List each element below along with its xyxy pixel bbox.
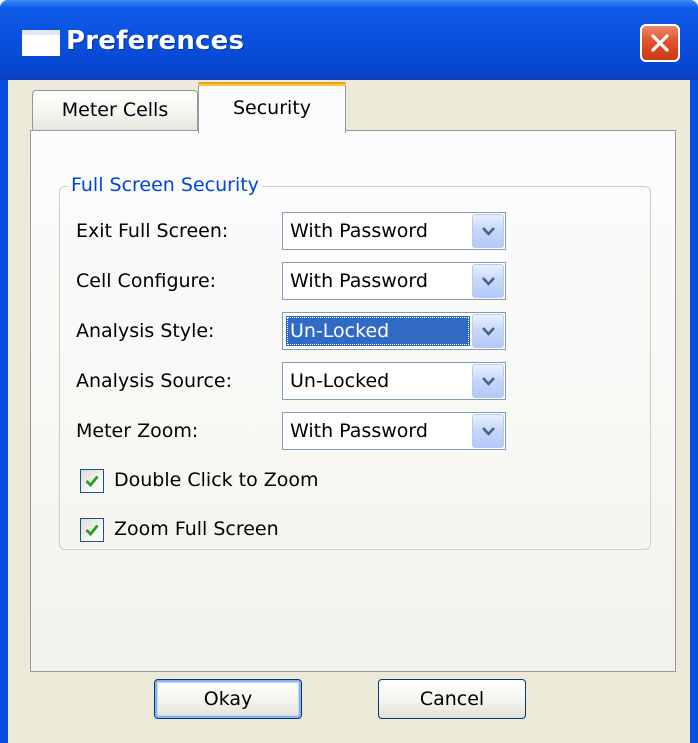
zoom-full-screen-label[interactable]: Zoom Full Screen <box>114 516 279 542</box>
check-icon <box>85 524 99 537</box>
meter-zoom-label: Meter Zoom: <box>76 420 199 442</box>
double-click-to-zoom-label[interactable]: Double Click to Zoom <box>114 467 319 493</box>
title-bar[interactable]: Preferences <box>0 0 698 80</box>
preferences-window: Preferences Meter Cells Security Full Sc… <box>0 0 698 743</box>
close-button[interactable] <box>640 24 680 62</box>
analysis-source-label: Analysis Source: <box>76 370 232 392</box>
tab-security[interactable]: Security <box>198 82 346 133</box>
close-icon <box>651 34 669 52</box>
analysis-source-value: Un-Locked <box>290 370 390 392</box>
meter-zoom-value: With Password <box>290 420 428 442</box>
chevron-down-icon <box>482 327 495 336</box>
cell-configure-select[interactable]: With Password <box>282 262 506 300</box>
chevron-down-icon <box>482 277 495 286</box>
exit-full-screen-select[interactable]: With Password <box>282 212 506 250</box>
double-click-to-zoom-checkbox[interactable] <box>80 469 104 493</box>
analysis-style-label: Analysis Style: <box>76 320 215 342</box>
exit-full-screen-dropdown-button[interactable] <box>472 214 504 248</box>
group-legend: Full Screen Security <box>68 173 262 197</box>
analysis-style-value: Un-Locked <box>286 316 470 346</box>
okay-button[interactable]: Okay <box>154 679 302 719</box>
tab-meter-cells[interactable]: Meter Cells <box>32 90 198 132</box>
check-icon <box>85 475 99 488</box>
meter-zoom-select[interactable]: With Password <box>282 412 506 450</box>
analysis-style-dropdown-button[interactable] <box>472 314 504 348</box>
cancel-button[interactable]: Cancel <box>378 679 526 719</box>
security-tab-panel: Full Screen Security Exit Full Screen: W… <box>30 130 676 672</box>
window-title: Preferences <box>66 26 245 56</box>
exit-full-screen-label: Exit Full Screen: <box>76 220 229 242</box>
analysis-source-dropdown-button[interactable] <box>472 364 504 398</box>
cell-configure-value: With Password <box>290 270 428 292</box>
full-screen-security-group: Full Screen Security Exit Full Screen: W… <box>59 173 651 550</box>
zoom-full-screen-checkbox[interactable] <box>80 518 104 542</box>
window-icon <box>22 30 60 56</box>
cell-configure-label: Cell Configure: <box>76 270 217 292</box>
dialog-body: Meter Cells Security Full Screen Securit… <box>8 80 690 743</box>
cell-configure-dropdown-button[interactable] <box>472 264 504 298</box>
chevron-down-icon <box>482 427 495 436</box>
exit-full-screen-value: With Password <box>290 220 428 242</box>
analysis-style-select[interactable]: Un-Locked <box>282 312 506 350</box>
chevron-down-icon <box>482 377 495 386</box>
analysis-source-select[interactable]: Un-Locked <box>282 362 506 400</box>
chevron-down-icon <box>482 227 495 236</box>
meter-zoom-dropdown-button[interactable] <box>472 414 504 448</box>
